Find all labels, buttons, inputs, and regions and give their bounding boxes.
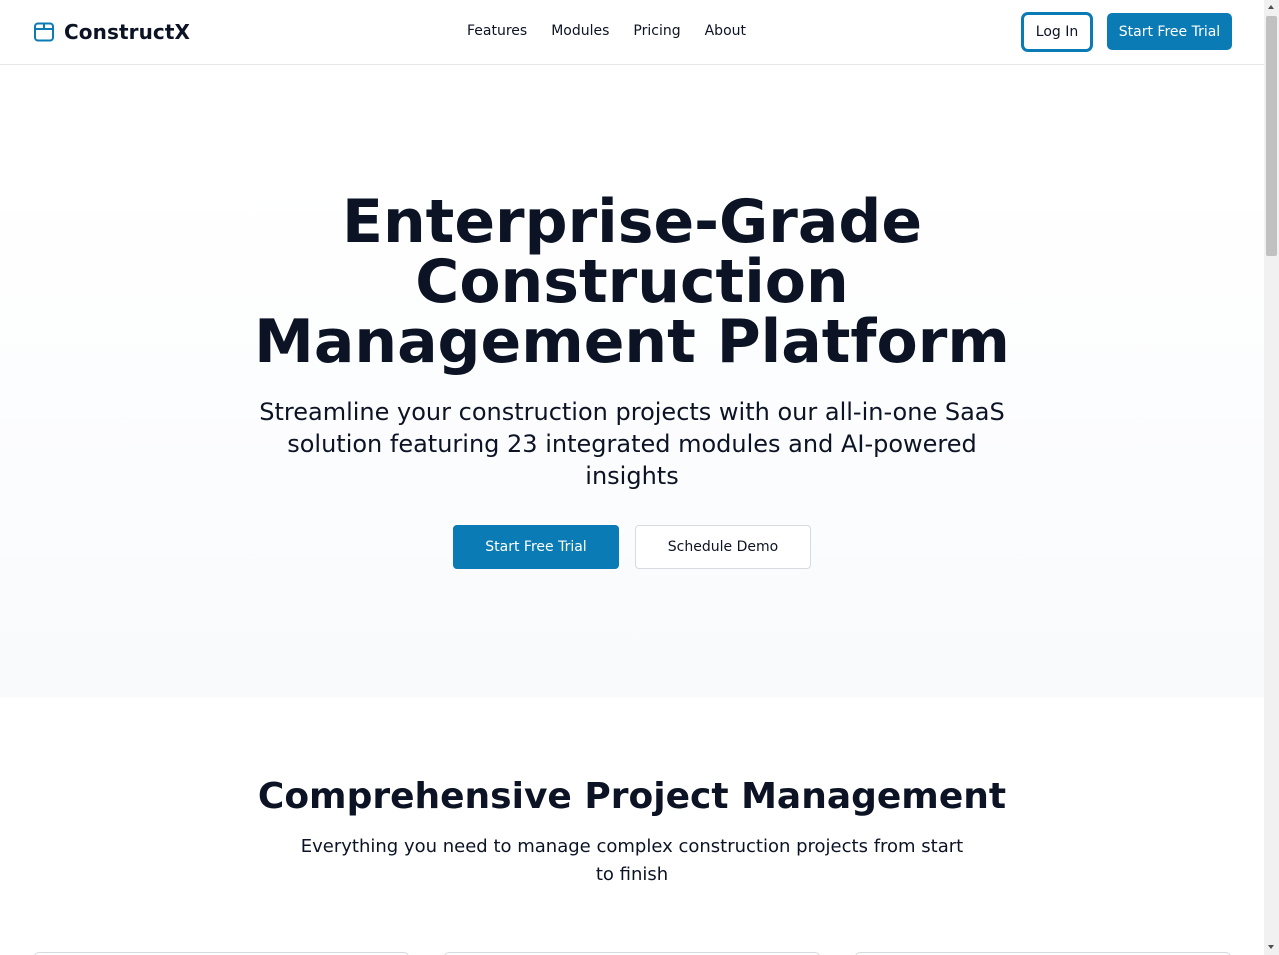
main-nav: Features Modules Pricing About <box>467 23 746 39</box>
hero-title: Enterprise-Grade Construction Management… <box>132 192 1132 372</box>
nav-link-features[interactable]: Features <box>467 23 527 39</box>
scroll-up-arrow[interactable] <box>1264 0 1279 15</box>
hero-title-line-3: Management Platform <box>254 307 1010 377</box>
header-start-trial-button[interactable]: Start Free Trial <box>1107 13 1232 50</box>
nav-link-modules[interactable]: Modules <box>551 23 609 39</box>
scrollbar-thumb[interactable] <box>1266 16 1277 256</box>
scroll-down-arrow[interactable] <box>1264 940 1279 955</box>
page: ConstructX Features Modules Pricing Abou… <box>0 0 1279 955</box>
features-section-title: Comprehensive Project Management <box>257 776 1007 817</box>
vertical-scrollbar[interactable] <box>1264 0 1279 955</box>
hero-subtitle: Streamline your construction projects wi… <box>259 398 1005 490</box>
nav-link-pricing[interactable]: Pricing <box>633 23 680 39</box>
header: ConstructX Features Modules Pricing Abou… <box>0 0 1264 65</box>
features-section-subtitle: Everything you need to manage complex co… <box>300 836 964 885</box>
login-button[interactable]: Log In <box>1022 13 1092 51</box>
hero-start-trial-button[interactable]: Start Free Trial <box>453 525 619 569</box>
schedule-demo-button[interactable]: Schedule Demo <box>635 525 811 569</box>
box-icon <box>34 22 54 42</box>
brand-logo[interactable]: ConstructX <box>33 20 190 44</box>
brand-name: ConstructX <box>64 20 191 44</box>
nav-link-about[interactable]: About <box>705 23 746 39</box>
